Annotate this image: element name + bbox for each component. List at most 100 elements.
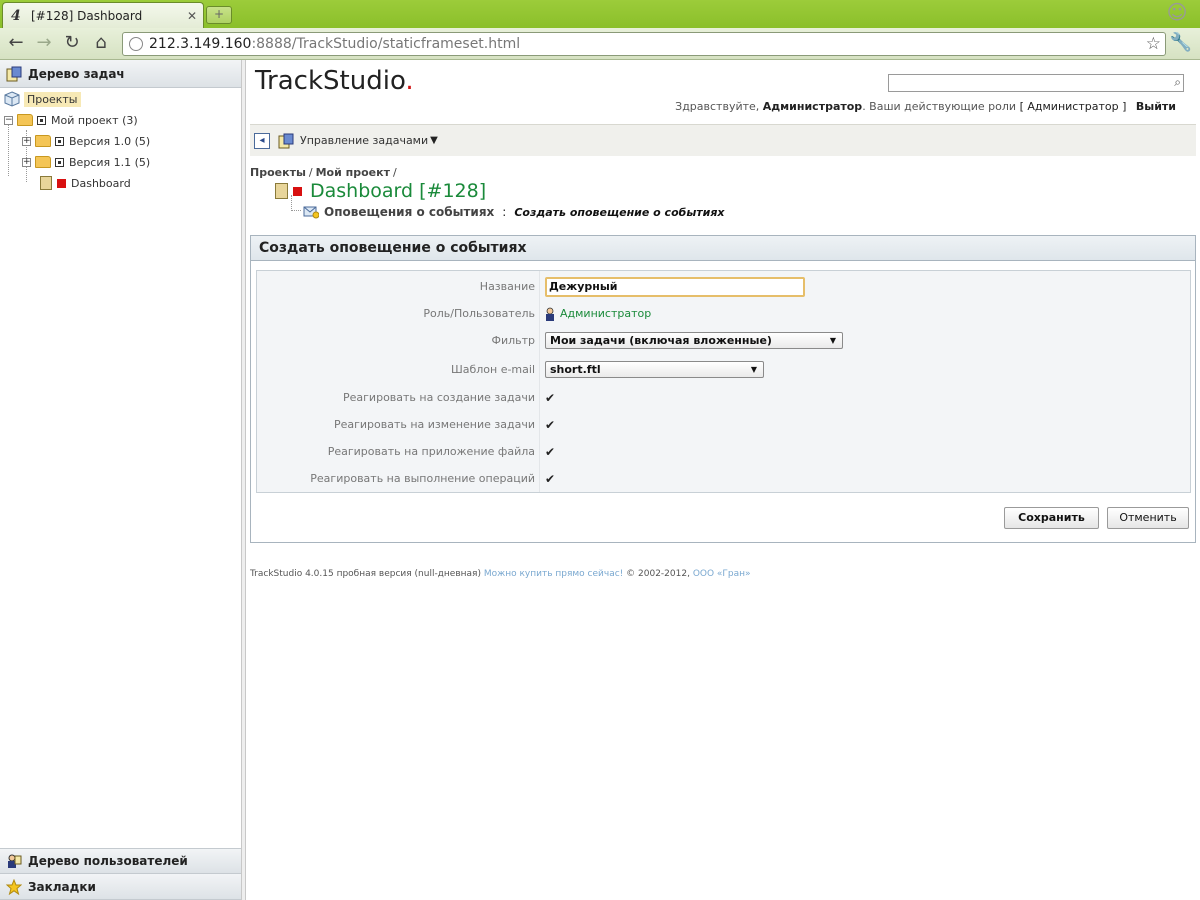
field-row-react-attach: Реагировать на приложение файла ✔ bbox=[257, 438, 1190, 465]
reload-icon[interactable]: ↻ bbox=[60, 32, 84, 56]
form-fields-table: Название Роль/Пользователь Администратор… bbox=[256, 270, 1191, 493]
toggle-tree-icon[interactable]: ◂ bbox=[254, 132, 270, 149]
breadcrumb-separator: / bbox=[308, 166, 313, 179]
folder-icon bbox=[35, 156, 51, 168]
task-menu-bar: ◂ Управление задачами ▼ bbox=[250, 124, 1196, 156]
user-icon bbox=[546, 307, 554, 321]
logout-link[interactable]: Выйти bbox=[1136, 100, 1176, 113]
footer-version-text: TrackStudio 4.0.15 пробная версия (null-… bbox=[250, 569, 481, 579]
name-input[interactable] bbox=[545, 276, 805, 297]
react-attach-checkbox[interactable]: ✔ bbox=[545, 445, 555, 459]
breadcrumb-my-project[interactable]: Мой проект bbox=[316, 166, 390, 179]
create-notification-form: Создать оповещение о событиях Название Р… bbox=[250, 235, 1196, 543]
task-title[interactable]: Dashboard [#128] bbox=[310, 180, 486, 202]
field-row-role: Роль/Пользователь Администратор bbox=[257, 300, 1190, 327]
expand-icon[interactable]: + bbox=[22, 136, 31, 146]
url-host: 212.3.149.160 bbox=[149, 36, 252, 52]
filter-select[interactable]: Мои задачи (включая вложенные) ▼ bbox=[545, 332, 843, 349]
breadcrumb-separator: / bbox=[392, 166, 397, 179]
home-icon[interactable]: ⌂ bbox=[89, 32, 113, 56]
role-label: Роль/Пользователь bbox=[423, 307, 535, 320]
tree-item-label: Проекты bbox=[24, 91, 81, 107]
tree-item-version-1-1[interactable]: + Версия 1.1 (5) bbox=[22, 152, 150, 172]
chevron-down-icon[interactable]: ▼ bbox=[430, 135, 438, 146]
url-path: :8888/TrackStudio/staticframeset.html bbox=[251, 36, 521, 52]
role-user-link[interactable]: Администратор bbox=[560, 307, 651, 320]
status-open-icon bbox=[55, 136, 64, 146]
subsection-action: Создать оповещение о событиях bbox=[514, 205, 725, 219]
status-open-icon bbox=[55, 157, 64, 167]
trackstudio-logo[interactable]: TrackStudio. bbox=[255, 66, 414, 96]
new-tab-button[interactable]: + bbox=[206, 6, 232, 24]
save-button[interactable]: Сохранить bbox=[1004, 507, 1099, 529]
folder-open-icon bbox=[17, 114, 33, 126]
react-ops-label: Реагировать на выполнение операций bbox=[310, 472, 535, 485]
react-ops-checkbox[interactable]: ✔ bbox=[545, 472, 555, 486]
tab-title: [#128] Dashboard bbox=[31, 8, 143, 23]
tree-item-label: Мой проект (3) bbox=[51, 113, 138, 127]
task-tree-icon bbox=[6, 66, 22, 81]
status-red-icon bbox=[57, 178, 66, 188]
react-update-checkbox[interactable]: ✔ bbox=[545, 418, 555, 432]
bookmark-star-icon[interactable]: ☆ bbox=[1146, 34, 1161, 54]
task-tree-panel: Дерево задач Проекты − Мой проект (3) + … bbox=[0, 60, 242, 900]
profile-avatar-icon[interactable]: ☺ bbox=[1160, 0, 1194, 28]
buy-now-link[interactable]: Можно купить прямо сейчас! bbox=[484, 569, 623, 579]
email-template-select[interactable]: short.ftl ▼ bbox=[545, 361, 764, 378]
greeting-prefix: Здравствуйте, bbox=[675, 100, 760, 113]
filter-selected-value: Мои задачи (включая вложенные) bbox=[550, 334, 772, 347]
star-icon bbox=[6, 878, 22, 895]
panel-splitter[interactable] bbox=[242, 60, 246, 900]
tree-item-version-1-0[interactable]: + Версия 1.0 (5) bbox=[22, 131, 150, 151]
footer: TrackStudio 4.0.15 пробная версия (null-… bbox=[250, 569, 751, 579]
company-link[interactable]: ООО «Гран» bbox=[693, 569, 751, 579]
forward-arrow-icon[interactable]: → bbox=[32, 32, 56, 56]
logo-dot: . bbox=[405, 66, 414, 96]
wrench-icon[interactable]: 🔧 bbox=[1170, 32, 1192, 53]
field-row-react-update: Реагировать на изменение задачи ✔ bbox=[257, 411, 1190, 438]
subsection-name[interactable]: Оповещения о событиях bbox=[324, 205, 494, 219]
tree-item-label: Версия 1.0 (5) bbox=[69, 134, 151, 148]
filter-label: Фильтр bbox=[491, 334, 535, 347]
tree-item-projects[interactable]: Проекты bbox=[4, 89, 81, 109]
task-management-menu[interactable]: Управление задачами bbox=[300, 134, 428, 147]
trackstudio-favicon-icon: 4 bbox=[11, 7, 21, 24]
tree-item-dashboard[interactable]: Dashboard bbox=[40, 173, 131, 193]
tree-item-my-project[interactable]: − Мой проект (3) bbox=[4, 110, 138, 130]
collapse-icon[interactable]: − bbox=[4, 115, 13, 125]
page-info-icon[interactable] bbox=[129, 37, 143, 51]
address-bar[interactable]: 212.3.149.160 :8888/TrackStudio/staticfr… bbox=[122, 32, 1166, 56]
user-tree-title: Дерево пользователей bbox=[28, 854, 188, 868]
roles-text: . Ваши действующие роли bbox=[862, 100, 1017, 113]
breadcrumb-projects[interactable]: Проекты bbox=[250, 166, 306, 179]
chevron-down-icon: ▼ bbox=[750, 365, 757, 374]
user-greeting: Здравствуйте, Администратор. Ваши действ… bbox=[675, 100, 1176, 113]
browser-tab[interactable]: 4 [#128] Dashboard ✕ bbox=[2, 2, 204, 28]
folder-icon bbox=[35, 135, 51, 147]
search-icon[interactable]: ⌕ bbox=[1174, 75, 1181, 90]
field-row-name: Название bbox=[257, 273, 1190, 300]
current-role[interactable]: [ Администратор ] bbox=[1020, 100, 1127, 113]
subsection-row: Оповещения о событиях : Создать оповещен… bbox=[303, 205, 725, 219]
react-create-label: Реагировать на создание задачи bbox=[343, 391, 535, 404]
cancel-button[interactable]: Отменить bbox=[1107, 507, 1189, 529]
task-title-row: Dashboard [#128] bbox=[275, 180, 486, 202]
form-title: Создать оповещение о событиях bbox=[251, 236, 1195, 261]
bookmarks-header[interactable]: Закладки bbox=[0, 874, 241, 900]
logo-text: TrackStudio bbox=[255, 66, 406, 96]
clipboard-task-icon bbox=[275, 183, 288, 199]
close-tab-icon[interactable]: ✕ bbox=[187, 9, 197, 23]
field-row-react-create: Реагировать на создание задачи ✔ bbox=[257, 384, 1190, 411]
main-content: TrackStudio. ⌕ Здравствуйте, Администрат… bbox=[247, 60, 1200, 900]
task-tree-header[interactable]: Дерево задач bbox=[0, 60, 241, 88]
react-update-label: Реагировать на изменение задачи bbox=[333, 418, 535, 431]
react-create-checkbox[interactable]: ✔ bbox=[545, 391, 555, 405]
template-selected-value: short.ftl bbox=[550, 363, 601, 376]
expand-icon[interactable]: + bbox=[22, 157, 31, 167]
bookmarks-title: Закладки bbox=[28, 879, 96, 894]
user-tree-header[interactable]: Дерево пользователей bbox=[0, 848, 241, 874]
search-input[interactable]: ⌕ bbox=[888, 74, 1184, 92]
tree-item-label: Dashboard bbox=[71, 176, 131, 190]
back-arrow-icon[interactable]: ← bbox=[4, 32, 28, 56]
tree-connector bbox=[291, 195, 301, 211]
